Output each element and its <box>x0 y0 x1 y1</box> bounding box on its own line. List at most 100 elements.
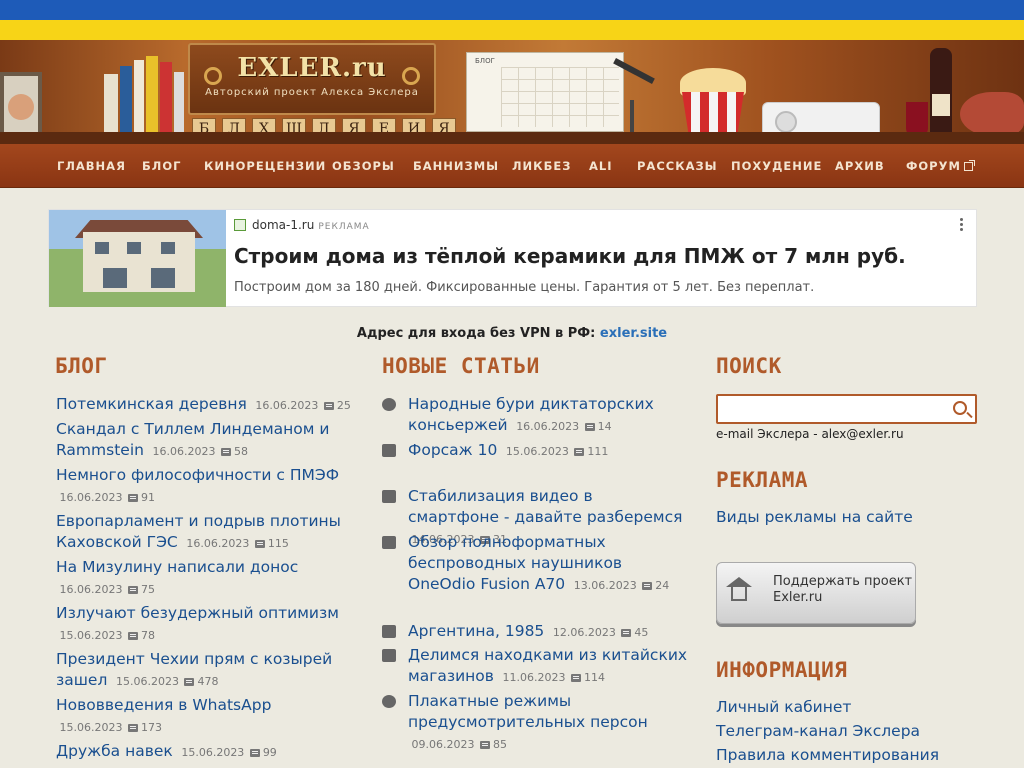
author-email: e-mail Экслера - alex@exler.ru <box>716 427 904 441</box>
article-item: Обзор полноформатных беспроводных наушни… <box>382 532 688 595</box>
blog-item: На Мизулину написали донос 16.06.2023 75 <box>56 557 356 597</box>
logo-title: EXLER.ru <box>237 53 387 83</box>
info-heading: ИНФОРМАЦИЯ <box>716 658 848 682</box>
article-item-title[interactable]: Плакатные режимы предусмотрительных перс… <box>408 692 648 731</box>
article-item: Плакатные режимы предусмотрительных перс… <box>382 691 688 752</box>
nav-item-home[interactable]: ГЛАВНАЯ <box>57 159 126 173</box>
nav-item-reviews[interactable]: ОБЗОРЫ <box>332 159 395 173</box>
comment-icon <box>479 741 490 749</box>
ad-types-link[interactable]: Виды рекламы на сайте <box>716 508 913 526</box>
blog-item: Президент Чехии прям с козырей зашел 15.… <box>56 649 356 691</box>
calendar-icon: БЛОГ <box>466 52 624 132</box>
ukraine-flag-stripe <box>0 0 1024 40</box>
logo-subtitle: Авторский проект Алекса Экслера <box>205 87 419 98</box>
nav-item-bannizmy[interactable]: БАННИЗМЫ <box>413 159 499 173</box>
article-item-title[interactable]: Стабилизация видео в смартфоне - давайте… <box>408 487 682 526</box>
blog-heading[interactable]: БЛОГ <box>55 354 108 378</box>
calendar-label: БЛОГ <box>475 57 495 65</box>
nav-item-likbez[interactable]: ЛИКБЕЗ <box>512 159 571 173</box>
article-item-title[interactable]: Форсаж 10 <box>408 441 497 459</box>
support-project-button[interactable]: Поддержать проект Exler.ru <box>716 562 916 624</box>
comment-icon <box>249 749 260 757</box>
nav-item-ali[interactable]: ALI <box>589 159 613 173</box>
article-item: Делимся находками из китайских магазинов… <box>382 645 688 687</box>
vpn-notice: Адрес для входа без VPN в РФ: exler.site <box>356 326 668 341</box>
clipboard-check-icon <box>382 536 396 549</box>
nav-item-weight-loss[interactable]: ПОХУДЕНИЕ <box>731 159 822 173</box>
external-link-icon <box>963 160 975 171</box>
blog-item-meta: 16.06.2023 58 <box>152 445 249 458</box>
advertisement[interactable]: doma-1.ru РЕКЛАМА Строим дома из тёплой к… <box>48 209 977 307</box>
article-item-title[interactable]: Аргентина, 1985 <box>408 622 544 640</box>
blog-item: Скандал с Тиллем Линдеманом и Rammstein … <box>56 419 356 461</box>
book-icon <box>174 72 184 132</box>
door-knocker-icon <box>402 67 420 85</box>
personal-account-link[interactable]: Личный кабинет <box>716 698 851 716</box>
ads-heading: РЕКЛАМА <box>716 468 809 492</box>
blog-item: Излучают безудержный оптимизм 15.06.2023… <box>56 603 356 643</box>
wine-bottle-icon <box>930 48 952 136</box>
comment-icon <box>184 678 195 686</box>
comment-icon <box>221 448 232 456</box>
blog-item-title[interactable]: На Мизулину написали донос <box>56 558 298 576</box>
comment-rules-link[interactable]: Правила комментирования <box>716 746 939 764</box>
author-photo <box>0 72 42 140</box>
blog-item-title[interactable]: Нововведения в WhatsApp <box>56 696 271 714</box>
comment-icon <box>127 586 138 594</box>
blog-item-meta: 16.06.2023 91 <box>59 491 155 504</box>
site-logo[interactable]: EXLER.ru Авторский проект Алекса Экслера <box>188 43 436 115</box>
comment-icon <box>584 423 595 431</box>
header-banner: EXLER.ru Авторский проект Алекса Экслера… <box>0 40 1024 144</box>
question-icon <box>382 649 396 662</box>
comment-icon <box>254 540 265 548</box>
blog-item: Немного философичности с ПМЭФ 16.06.2023… <box>56 465 356 505</box>
book-icon <box>120 66 132 132</box>
ad-house-image <box>49 210 226 307</box>
article-item-meta: 12.06.2023 45 <box>552 626 649 639</box>
ad-label: РЕКЛАМА <box>318 222 370 232</box>
telegram-channel-link[interactable]: Телеграм-канал Экслера <box>716 722 920 740</box>
question-icon <box>382 490 396 503</box>
comment-icon <box>570 674 581 682</box>
blog-item-meta: 15.06.2023 78 <box>59 629 155 642</box>
arrow-up-icon <box>726 577 752 601</box>
nav-item-forum[interactable]: ФОРУМ <box>906 159 975 173</box>
more-options-icon[interactable] <box>960 218 964 232</box>
nav-item-blog[interactable]: БЛОГ <box>142 159 181 173</box>
vpn-mirror-link[interactable]: exler.site <box>600 326 667 341</box>
book-icon <box>160 62 172 132</box>
search-input[interactable] <box>722 399 942 419</box>
smiley-icon <box>382 398 396 411</box>
book-icon <box>146 56 158 132</box>
blog-item: Потемкинская деревня 16.06.2023 25 <box>56 394 356 415</box>
comment-icon <box>127 632 138 640</box>
search-icon[interactable] <box>953 401 967 415</box>
blog-item-title[interactable]: Излучают безудержный оптимизм <box>56 604 339 622</box>
comment-icon <box>127 724 138 732</box>
article-item: Аргентина, 1985 12.06.2023 45 <box>382 621 688 642</box>
blog-item: Дружба навек 15.06.2023 99 <box>56 741 356 762</box>
articles-heading[interactable]: НОВЫЕ СТАТЬИ <box>382 354 540 378</box>
blog-item-meta: 15.06.2023 173 <box>59 721 162 734</box>
main-nav: ГЛАВНАЯ БЛОГ КИНОРЕЦЕНЗИИ ОБЗОРЫ БАННИЗМ… <box>0 144 1024 188</box>
clapperboard-icon <box>382 625 396 638</box>
nav-item-archive[interactable]: АРХИВ <box>835 159 885 173</box>
nav-item-movie-reviews[interactable]: КИНОРЕЦЕНЗИИ <box>204 159 326 173</box>
comment-icon <box>323 402 334 410</box>
nav-item-stories[interactable]: РАССКАЗЫ <box>637 159 718 173</box>
book-icon <box>104 74 118 132</box>
ad-domain[interactable]: doma-1.ru РЕКЛАМА <box>234 218 370 232</box>
blog-item: Нововведения в WhatsApp 15.06.2023 173 <box>56 695 356 735</box>
blog-item-meta: 16.06.2023 75 <box>59 583 155 596</box>
ad-text: Построим дом за 180 дней. Фиксированные … <box>234 280 815 295</box>
blog-item-meta: 16.06.2023 25 <box>255 399 351 412</box>
blog-item-meta: 15.06.2023 99 <box>181 746 277 759</box>
blog-item-title[interactable]: Потемкинская деревня <box>56 395 247 413</box>
blog-item-title[interactable]: Немного философичности с ПМЭФ <box>56 466 339 484</box>
blog-item-title[interactable]: Дружба навек <box>56 742 173 760</box>
blog-item-meta: 15.06.2023 478 <box>115 675 219 688</box>
comment-icon <box>127 494 138 502</box>
article-item-meta: 15.06.2023 111 <box>505 445 609 458</box>
ad-title[interactable]: Строим дома из тёплой керамики для ПМЖ о… <box>234 244 906 268</box>
clapperboard-icon <box>382 444 396 457</box>
